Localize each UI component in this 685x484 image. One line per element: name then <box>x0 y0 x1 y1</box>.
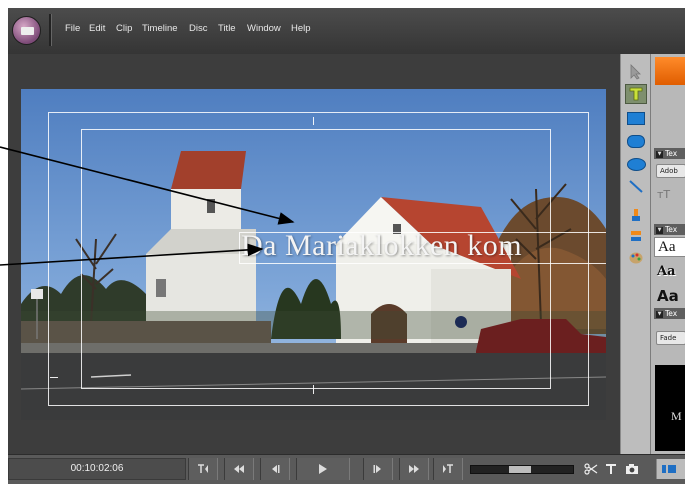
center-tick-bottom <box>313 385 314 394</box>
text-styles-header[interactable]: ▼ Tex <box>654 224 685 235</box>
menu-separator <box>49 14 52 46</box>
menu-title[interactable]: Title <box>218 23 236 34</box>
menu-timeline[interactable]: Timeline <box>142 23 178 34</box>
text-properties-header[interactable]: ▼ Tex <box>654 148 685 159</box>
text-animation-header[interactable]: ▼ Tex <box>654 308 685 319</box>
split-clip-icon[interactable] <box>581 458 601 480</box>
fast-forward-button[interactable] <box>399 458 429 480</box>
shuttle-slider[interactable] <box>470 465 574 474</box>
color-palette-icon[interactable] <box>625 248 647 268</box>
title-text-object[interactable]: Da Mariaklokken kom <box>241 229 522 263</box>
drawing-toolbox <box>620 54 650 454</box>
line-icon[interactable] <box>625 176 647 196</box>
step-forward-button[interactable] <box>363 458 393 480</box>
paint-bucket-icon[interactable] <box>625 205 647 225</box>
rectangle-icon[interactable] <box>625 108 647 128</box>
preview-letter: M <box>671 409 682 423</box>
footer-tool-icon[interactable] <box>661 463 681 475</box>
rounded-rectangle-icon[interactable] <box>625 131 647 151</box>
text-tool-icon[interactable] <box>625 84 647 104</box>
title-text-icon[interactable] <box>601 458 621 480</box>
font-dropdown[interactable]: Adob <box>656 164 685 178</box>
menu-window[interactable]: Window <box>247 23 281 34</box>
menu-disc[interactable]: Disc <box>189 23 207 34</box>
style-sample-shadow[interactable]: Aa <box>654 262 685 282</box>
mark-in-button[interactable] <box>188 458 218 480</box>
title-designer-monitor: Da Mariaklokken kom <box>8 54 620 454</box>
shuttle-knob[interactable] <box>509 466 531 473</box>
style-sample-serif[interactable]: Aa <box>654 237 685 257</box>
app-logo-icon[interactable] <box>12 16 41 45</box>
selection-arrow-icon[interactable] <box>625 62 647 82</box>
animation-preview: M <box>655 365 685 451</box>
text-size-icon[interactable]: тT <box>657 188 685 202</box>
video-frame[interactable]: Da Mariaklokken kom <box>21 89 606 420</box>
panel-footer-tools <box>656 459 685 479</box>
menu-help[interactable]: Help <box>291 23 311 34</box>
animation-dropdown[interactable]: Fade <box>656 331 685 345</box>
mark-out-button[interactable] <box>433 458 463 480</box>
style-sample-bold[interactable]: Aa <box>654 286 685 306</box>
panel-header-tab[interactable] <box>655 57 685 85</box>
menu-edit[interactable]: Edit <box>89 23 105 34</box>
layer-order-icon[interactable] <box>625 226 647 246</box>
camera-snapshot-icon[interactable] <box>621 458 643 480</box>
step-back-button[interactable] <box>260 458 290 480</box>
play-button[interactable] <box>296 458 350 480</box>
title-properties-panel: ▼ Tex Adob тT ▼ Tex Aa Aa Aa ▼ Tex Fade M <box>650 54 685 454</box>
app-window: File Edit Clip Timeline Disc Title Windo… <box>8 8 685 484</box>
menu-bar: File Edit Clip Timeline Disc Title Windo… <box>8 8 685 54</box>
rewind-button[interactable] <box>224 458 254 480</box>
menu-file[interactable]: File <box>65 23 80 34</box>
timecode-display[interactable]: 00:10:02:06 <box>8 458 186 480</box>
menu-clip[interactable]: Clip <box>116 23 132 34</box>
ellipse-icon[interactable] <box>625 154 647 174</box>
center-tick-left <box>50 377 58 378</box>
transport-controls: 00:10:02:06 <box>8 454 685 484</box>
center-tick-top <box>313 117 314 125</box>
